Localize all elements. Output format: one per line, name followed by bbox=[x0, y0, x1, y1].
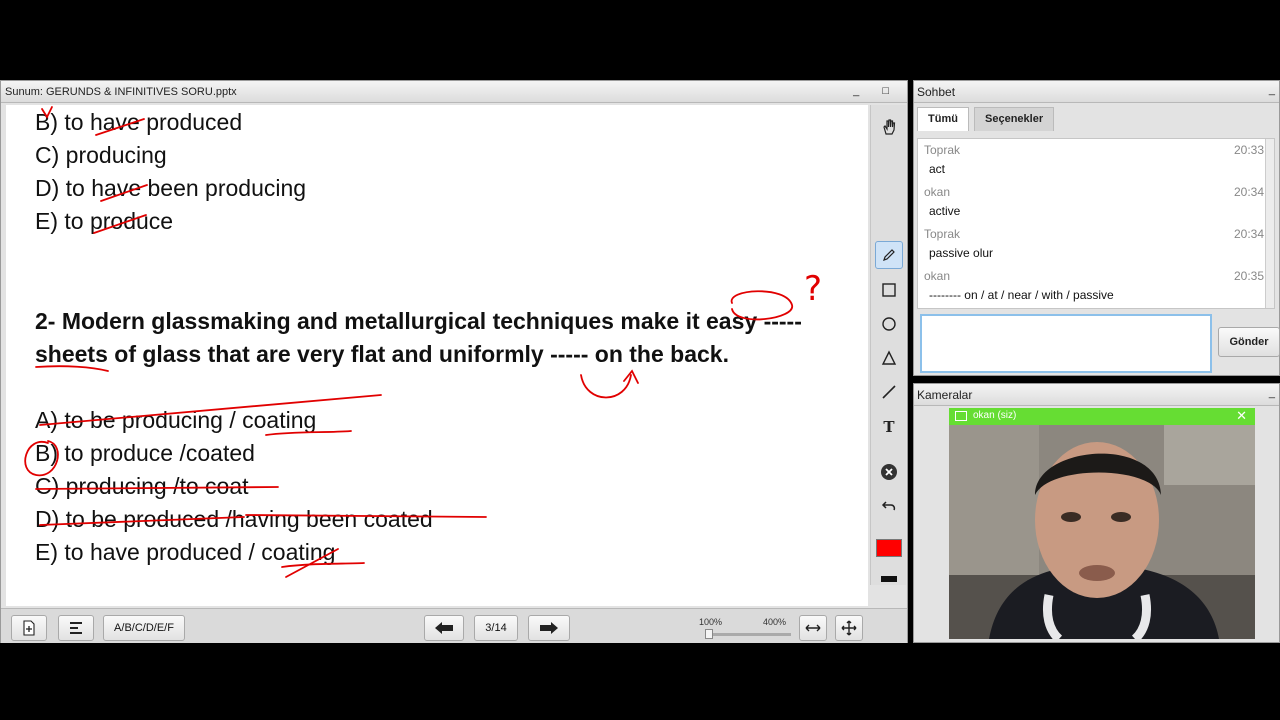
rectangle-icon[interactable] bbox=[875, 276, 903, 304]
message-sender: okan bbox=[924, 185, 951, 199]
message-sender: okan bbox=[924, 269, 951, 283]
undo-icon[interactable] bbox=[875, 492, 903, 520]
message-text: active bbox=[929, 204, 961, 218]
pen-color-swatch[interactable] bbox=[876, 539, 902, 557]
monitor-icon bbox=[955, 411, 967, 421]
cameras-title-bar: Kameralar _ bbox=[914, 384, 1279, 406]
chat-input[interactable] bbox=[920, 314, 1212, 373]
zoom-slider-track[interactable] bbox=[707, 633, 791, 636]
message-text: -------- on / at / near / with / passive bbox=[929, 288, 1114, 302]
window-buttons[interactable]: _ □ bbox=[853, 85, 899, 97]
slide-line-4: E) to produce bbox=[35, 208, 174, 234]
zoom-slider-knob[interactable] bbox=[705, 629, 713, 639]
camera-feed: okan (siz) ✕ bbox=[949, 408, 1255, 639]
drawing-toolbar: T bbox=[870, 105, 906, 585]
chat-minimize-button[interactable]: _ bbox=[1269, 84, 1275, 96]
ink-arrow bbox=[580, 369, 639, 399]
pencil-icon[interactable] bbox=[875, 241, 903, 269]
clear-icon[interactable] bbox=[875, 458, 903, 486]
zoom-max-label: 400% bbox=[763, 617, 787, 627]
layout-button[interactable]: A/B/C/D/E/F bbox=[103, 615, 185, 641]
camera-close-button[interactable]: ✕ bbox=[1236, 408, 1247, 424]
chat-messages: Toprak 20:33 act okan 20:34 active Topra… bbox=[917, 138, 1275, 309]
chat-title: Sohbet bbox=[917, 85, 956, 99]
presentation-title: Sunum: GERUNDS & INFINITIVES SORU.pptx bbox=[5, 86, 237, 98]
presentation-panel: Sunum: GERUNDS & INFINITIVES SORU.pptx _… bbox=[0, 80, 908, 643]
option-b: B) to produce /coated bbox=[35, 440, 255, 466]
tab-all[interactable]: Tümü bbox=[917, 107, 969, 131]
camera-feed-label: okan (siz) bbox=[973, 410, 1017, 421]
pen-thickness-icon[interactable] bbox=[881, 576, 897, 582]
option-c: C) producing /to coat bbox=[35, 473, 249, 499]
question-line-1: 2- Modern glassmaking and metallurgical … bbox=[35, 308, 802, 334]
message-sender: Toprak bbox=[924, 227, 961, 241]
message-text: passive olur bbox=[929, 246, 994, 260]
option-e: E) to have produced / coating bbox=[35, 539, 336, 565]
line-icon[interactable] bbox=[875, 378, 903, 406]
send-button[interactable]: Gönder bbox=[1218, 327, 1280, 357]
triangle-icon[interactable] bbox=[875, 344, 903, 372]
arrow-right-icon bbox=[540, 622, 558, 634]
fit-width-icon[interactable] bbox=[799, 615, 827, 641]
message-sender: Toprak bbox=[924, 143, 961, 157]
option-a: A) to be producing / coating bbox=[35, 407, 317, 433]
prev-slide-button[interactable] bbox=[424, 615, 464, 641]
message-time: 20:33 bbox=[1233, 143, 1264, 157]
chat-scrollbar[interactable] bbox=[1265, 139, 1274, 308]
zoom-min-label: 100% bbox=[699, 617, 723, 627]
message-time: 20:34 bbox=[1233, 185, 1264, 199]
page-indicator[interactable]: 3/14 bbox=[474, 615, 518, 641]
screen: Sunum: GERUNDS & INFINITIVES SORU.pptx _… bbox=[0, 0, 1280, 720]
move-icon[interactable] bbox=[835, 615, 863, 641]
slide-line-2: C) producing bbox=[35, 142, 167, 168]
text-icon[interactable]: T bbox=[875, 413, 903, 441]
cameras-title: Kameralar bbox=[917, 388, 973, 402]
cameras-panel: Kameralar _ okan (siz) ✕ bbox=[913, 383, 1280, 643]
ink-question-mark: ? bbox=[804, 269, 822, 309]
question-line-2: sheets of glass that are very flat and u… bbox=[35, 341, 729, 367]
hand-icon[interactable] bbox=[875, 113, 903, 141]
option-d: D) to be produced /having been coated bbox=[35, 506, 433, 532]
message-time: 20:35 bbox=[1233, 269, 1264, 283]
slide-line-1: B) to have produced bbox=[35, 109, 243, 135]
message-text: act bbox=[929, 162, 946, 176]
arrow-left-icon bbox=[435, 622, 453, 634]
chat-panel: Sohbet _ Tümü Seçenekler Toprak 20:33 ac… bbox=[913, 80, 1280, 376]
presentation-title-bar: Sunum: GERUNDS & INFINITIVES SORU.pptx _… bbox=[1, 81, 907, 103]
tab-options[interactable]: Seçenekler bbox=[974, 107, 1055, 131]
webcam-image bbox=[949, 425, 1255, 639]
circle-icon[interactable] bbox=[875, 310, 903, 338]
upload-icon[interactable] bbox=[11, 615, 47, 641]
slide-canvas[interactable]: B) to have produced C) producing D) to h… bbox=[6, 105, 868, 606]
camera-feed-bar: okan (siz) ✕ bbox=[949, 408, 1255, 425]
presentation-bottom-toolbar: A/B/C/D/E/F 3/14 100% 400% bbox=[1, 608, 907, 643]
next-slide-button[interactable] bbox=[528, 615, 570, 641]
chat-title-bar: Sohbet _ bbox=[914, 81, 1279, 103]
message-time: 20:34 bbox=[1233, 227, 1264, 241]
align-left-icon[interactable] bbox=[58, 615, 94, 641]
slide-line-3: D) to have been producing bbox=[35, 175, 307, 201]
cameras-minimize-button[interactable]: _ bbox=[1269, 387, 1275, 399]
